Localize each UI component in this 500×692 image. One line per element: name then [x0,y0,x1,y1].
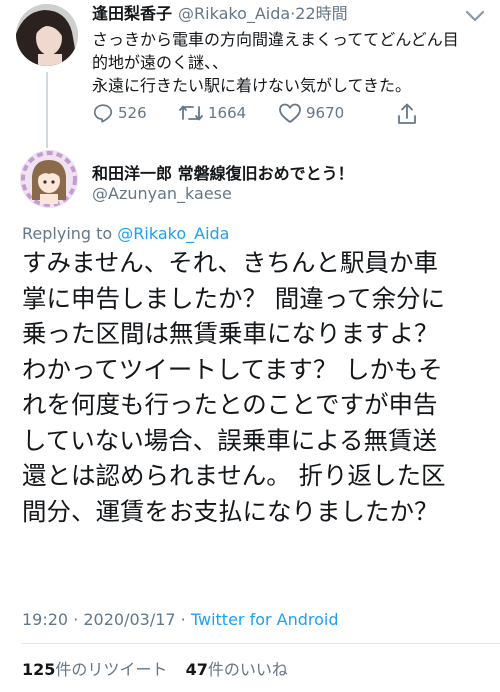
main-text-line: 還とは認められません。 折り返した区 [22,461,446,490]
parent-header: 逢田梨香子 @Rikako_Aida·22時間 [92,4,348,24]
retweet-total: 125 [22,660,56,679]
main-display-name[interactable]: 和田洋一郎 常磐線復旧おめでとう！ [92,160,354,184]
tweet-stats: 125件のリツイート 47件のいいね [22,656,288,680]
tweet-timestamp: 19:20 · 2020/03/17 · [22,610,186,629]
retweets-stat[interactable]: 125件のリツイート [22,660,167,679]
main-text-line: 掌に申告しましたか？ 間違って余分に [22,283,446,313]
main-text-line: わかってツイートしてます？ しかもそ [22,354,443,384]
chevron-down-icon[interactable] [464,8,486,22]
parent-tweet-text: さっきから電車の方向間違えまくっててどんどん目 的地が遠のく謎、、 永遠に行きた… [92,28,482,97]
tweet-client-link[interactable]: Twitter for Android [191,610,339,629]
main-text-line: していない場合、誤乗車による無賃送 [22,425,438,455]
retweet-button[interactable]: 1664 [178,102,246,124]
main-text-line: 間分、運賃をお支払になりましたか？ [22,496,439,526]
likes-stat[interactable]: 47件のいいね [186,660,288,679]
share-icon [396,102,418,126]
like-count: 9670 [306,104,345,122]
parent-time[interactable]: 22時間 [295,4,347,23]
like-total: 47 [185,660,208,679]
reply-count: 526 [118,104,147,122]
replying-to-mention[interactable]: @Rikako_Aida [117,224,229,243]
parent-text-line: 永遠に行きたい駅に着けない気がしてきた。 [92,76,412,95]
parent-text-line: 的地が遠のく謎、、 [92,53,229,72]
main-tweet-text: すみません、それ、きちんと駅員か車 掌に申告しましたか？ 間違って余分に 乗った… [22,245,492,529]
thread-line [46,72,48,148]
parent-handle[interactable]: @Rikako_Aida [178,4,290,23]
reply-button[interactable]: 526 [92,102,147,124]
main-text-line: すみません、それ、きちんと駅員か車 [22,248,439,277]
main-avatar[interactable] [20,150,78,208]
replying-to-label: Replying to [22,224,113,243]
tweet-meta: 19:20 · 2020/03/17 · Twitter for Android [22,610,339,629]
parent-text-line: さっきから電車の方向間違えまくっててどんどん目 [92,30,459,49]
like-button[interactable]: 9670 [278,102,344,124]
parent-display-name[interactable]: 逢田梨香子 [92,4,172,23]
divider [22,643,500,644]
retweet-count: 1664 [208,104,247,122]
main-text-line: 乗った区間は無賃乗車になりますよ？ [22,319,439,348]
like-label: 件のいいね [207,660,288,679]
main-text-line: れを何度も行ったとのことですが申告 [22,390,438,419]
share-button[interactable] [396,102,418,126]
parent-tweet[interactable]: 逢田梨香子 @Rikako_Aida·22時間 さっきから電車の方向間違えまくって… [0,0,500,148]
parent-avatar[interactable] [16,4,78,66]
main-handle[interactable]: @Azunyan_kaese [92,184,232,203]
replying-to-line: Replying to @Rikako_Aida [22,224,229,243]
parent-action-bar: 526 1664 9670 [92,100,492,128]
reply-icon [92,102,114,124]
retweet-label: 件のリツイート [55,660,168,679]
heart-icon [278,102,302,124]
retweet-icon [178,102,204,124]
